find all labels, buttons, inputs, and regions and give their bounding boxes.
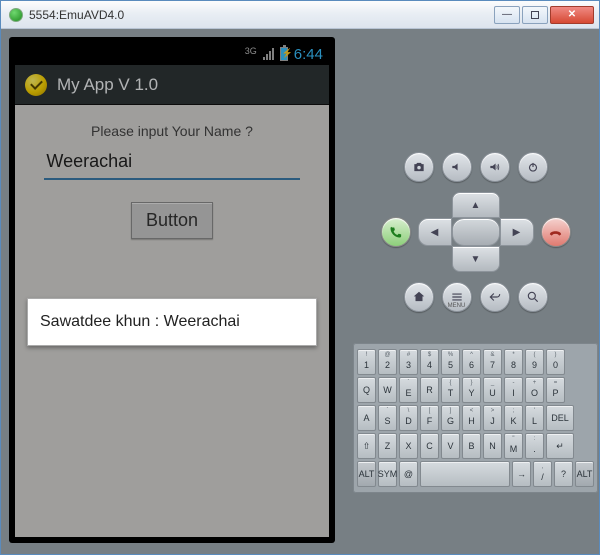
window-buttons: — ✕ [494, 6, 594, 24]
key-ALT[interactable]: ALT [357, 461, 376, 487]
name-input[interactable] [44, 149, 299, 180]
key-E[interactable]: ´E [399, 377, 418, 403]
key-→[interactable]: → [512, 461, 531, 487]
key-F[interactable]: [F [420, 405, 439, 431]
key-0[interactable]: )0 [546, 349, 565, 375]
key-O[interactable]: +O [525, 377, 544, 403]
key-H[interactable]: <H [462, 405, 481, 431]
key-M[interactable]: "M [504, 433, 523, 459]
phone-screen: 3G ⚡ 6:44 My App V 1.0 Please input Your… [15, 43, 329, 537]
key-Z[interactable]: Z [378, 433, 397, 459]
close-button[interactable]: ✕ [550, 6, 594, 24]
camera-button[interactable] [404, 152, 434, 182]
key-ALT[interactable]: ALT [575, 461, 594, 487]
android-statusbar: 3G ⚡ 6:44 [15, 43, 329, 65]
battery-icon: ⚡ [280, 47, 288, 61]
key-B[interactable]: B [462, 433, 481, 459]
key-Y[interactable]: }Y [462, 377, 481, 403]
volume-down-button[interactable] [442, 152, 472, 182]
key-8[interactable]: *8 [504, 349, 523, 375]
key-6[interactable]: ^6 [462, 349, 481, 375]
android-app-icon [9, 8, 23, 22]
name-prompt: Please input Your Name ? [27, 123, 317, 139]
submit-button[interactable]: Button [131, 202, 213, 239]
key-X[interactable]: X [399, 433, 418, 459]
key-K[interactable]: ;K [504, 405, 523, 431]
key-2[interactable]: @2 [378, 349, 397, 375]
window-title: 5554:EmuAVD4.0 [29, 8, 494, 22]
key-C[interactable]: C [420, 433, 439, 459]
key-↵[interactable]: ↵ [546, 433, 574, 459]
key-?[interactable]: ? [554, 461, 573, 487]
key-.[interactable]: :. [525, 433, 544, 459]
emulator-controls-panel: ▲ ◀ ▶ ▼ MENU !1@2#3$4%5^6&7*8(9)0 QW´ER{T… [343, 29, 600, 554]
call-button[interactable] [381, 217, 411, 247]
key-T[interactable]: {T [441, 377, 460, 403]
key-⇧[interactable]: ⇧ [357, 433, 376, 459]
key-G[interactable]: ]G [441, 405, 460, 431]
home-button[interactable] [404, 282, 434, 312]
key-/[interactable]: ,/ [533, 461, 552, 487]
key-P[interactable]: =P [546, 377, 565, 403]
phone-frame: 3G ⚡ 6:44 My App V 1.0 Please input Your… [9, 37, 335, 543]
back-button[interactable] [480, 282, 510, 312]
toast-dialog: Sawatdee khun : Weerachai [27, 298, 317, 346]
key-3[interactable]: #3 [399, 349, 418, 375]
key-N[interactable]: N [483, 433, 502, 459]
dpad: ▲ ◀ ▶ ▼ [418, 192, 534, 272]
key-A[interactable]: A [357, 405, 376, 431]
key-I[interactable]: -I [504, 377, 523, 403]
key-9[interactable]: (9 [525, 349, 544, 375]
end-call-button[interactable] [541, 217, 571, 247]
key-@[interactable]: @ [399, 461, 418, 487]
toast-message: Sawatdee khun : Weerachai [40, 313, 240, 330]
emulator-keyboard: !1@2#3$4%5^6&7*8(9)0 QW´ER{T}Y_U-I+O=P A`S… [353, 343, 598, 493]
key-5[interactable]: %5 [441, 349, 460, 375]
clock: 6:44 [294, 46, 323, 63]
dpad-left[interactable]: ◀ [418, 218, 452, 246]
key-R[interactable]: R [420, 377, 439, 403]
key-7[interactable]: &7 [483, 349, 502, 375]
hardware-controls: ▲ ◀ ▶ ▼ MENU [381, 147, 571, 317]
key-S[interactable]: `S [378, 405, 397, 431]
key-1[interactable]: !1 [357, 349, 376, 375]
key-V[interactable]: V [441, 433, 460, 459]
maximize-button[interactable] [522, 6, 548, 24]
window-frame: 5554:EmuAVD4.0 — ✕ 3G ⚡ 6:44 My A [0, 0, 600, 555]
key-W[interactable]: W [378, 377, 397, 403]
key-DEL[interactable]: DEL [546, 405, 574, 431]
key-J[interactable]: >J [483, 405, 502, 431]
dpad-down[interactable]: ▼ [452, 246, 500, 272]
dpad-right[interactable]: ▶ [500, 218, 534, 246]
menu-button[interactable]: MENU [442, 282, 472, 312]
key-SYM[interactable]: SYM [378, 461, 397, 487]
signal-icon [263, 48, 274, 60]
power-button[interactable] [518, 152, 548, 182]
dpad-up[interactable]: ▲ [452, 192, 500, 218]
app-title: My App V 1.0 [57, 75, 158, 95]
key-4[interactable]: $4 [420, 349, 439, 375]
minimize-button[interactable]: — [494, 6, 520, 24]
actionbar: My App V 1.0 [15, 65, 329, 105]
key-Q[interactable]: Q [357, 377, 376, 403]
phone-panel: 3G ⚡ 6:44 My App V 1.0 Please input Your… [1, 29, 343, 554]
key-U[interactable]: _U [483, 377, 502, 403]
dpad-center[interactable] [452, 218, 500, 246]
volume-up-button[interactable] [480, 152, 510, 182]
client-area: 3G ⚡ 6:44 My App V 1.0 Please input Your… [1, 29, 599, 554]
key-L[interactable]: 'L [525, 405, 544, 431]
network-label: 3G [245, 46, 257, 56]
search-button[interactable] [518, 282, 548, 312]
app-launcher-icon [25, 74, 47, 96]
key-space[interactable] [420, 461, 510, 487]
titlebar: 5554:EmuAVD4.0 — ✕ [1, 1, 599, 29]
key-D[interactable]: \D [399, 405, 418, 431]
